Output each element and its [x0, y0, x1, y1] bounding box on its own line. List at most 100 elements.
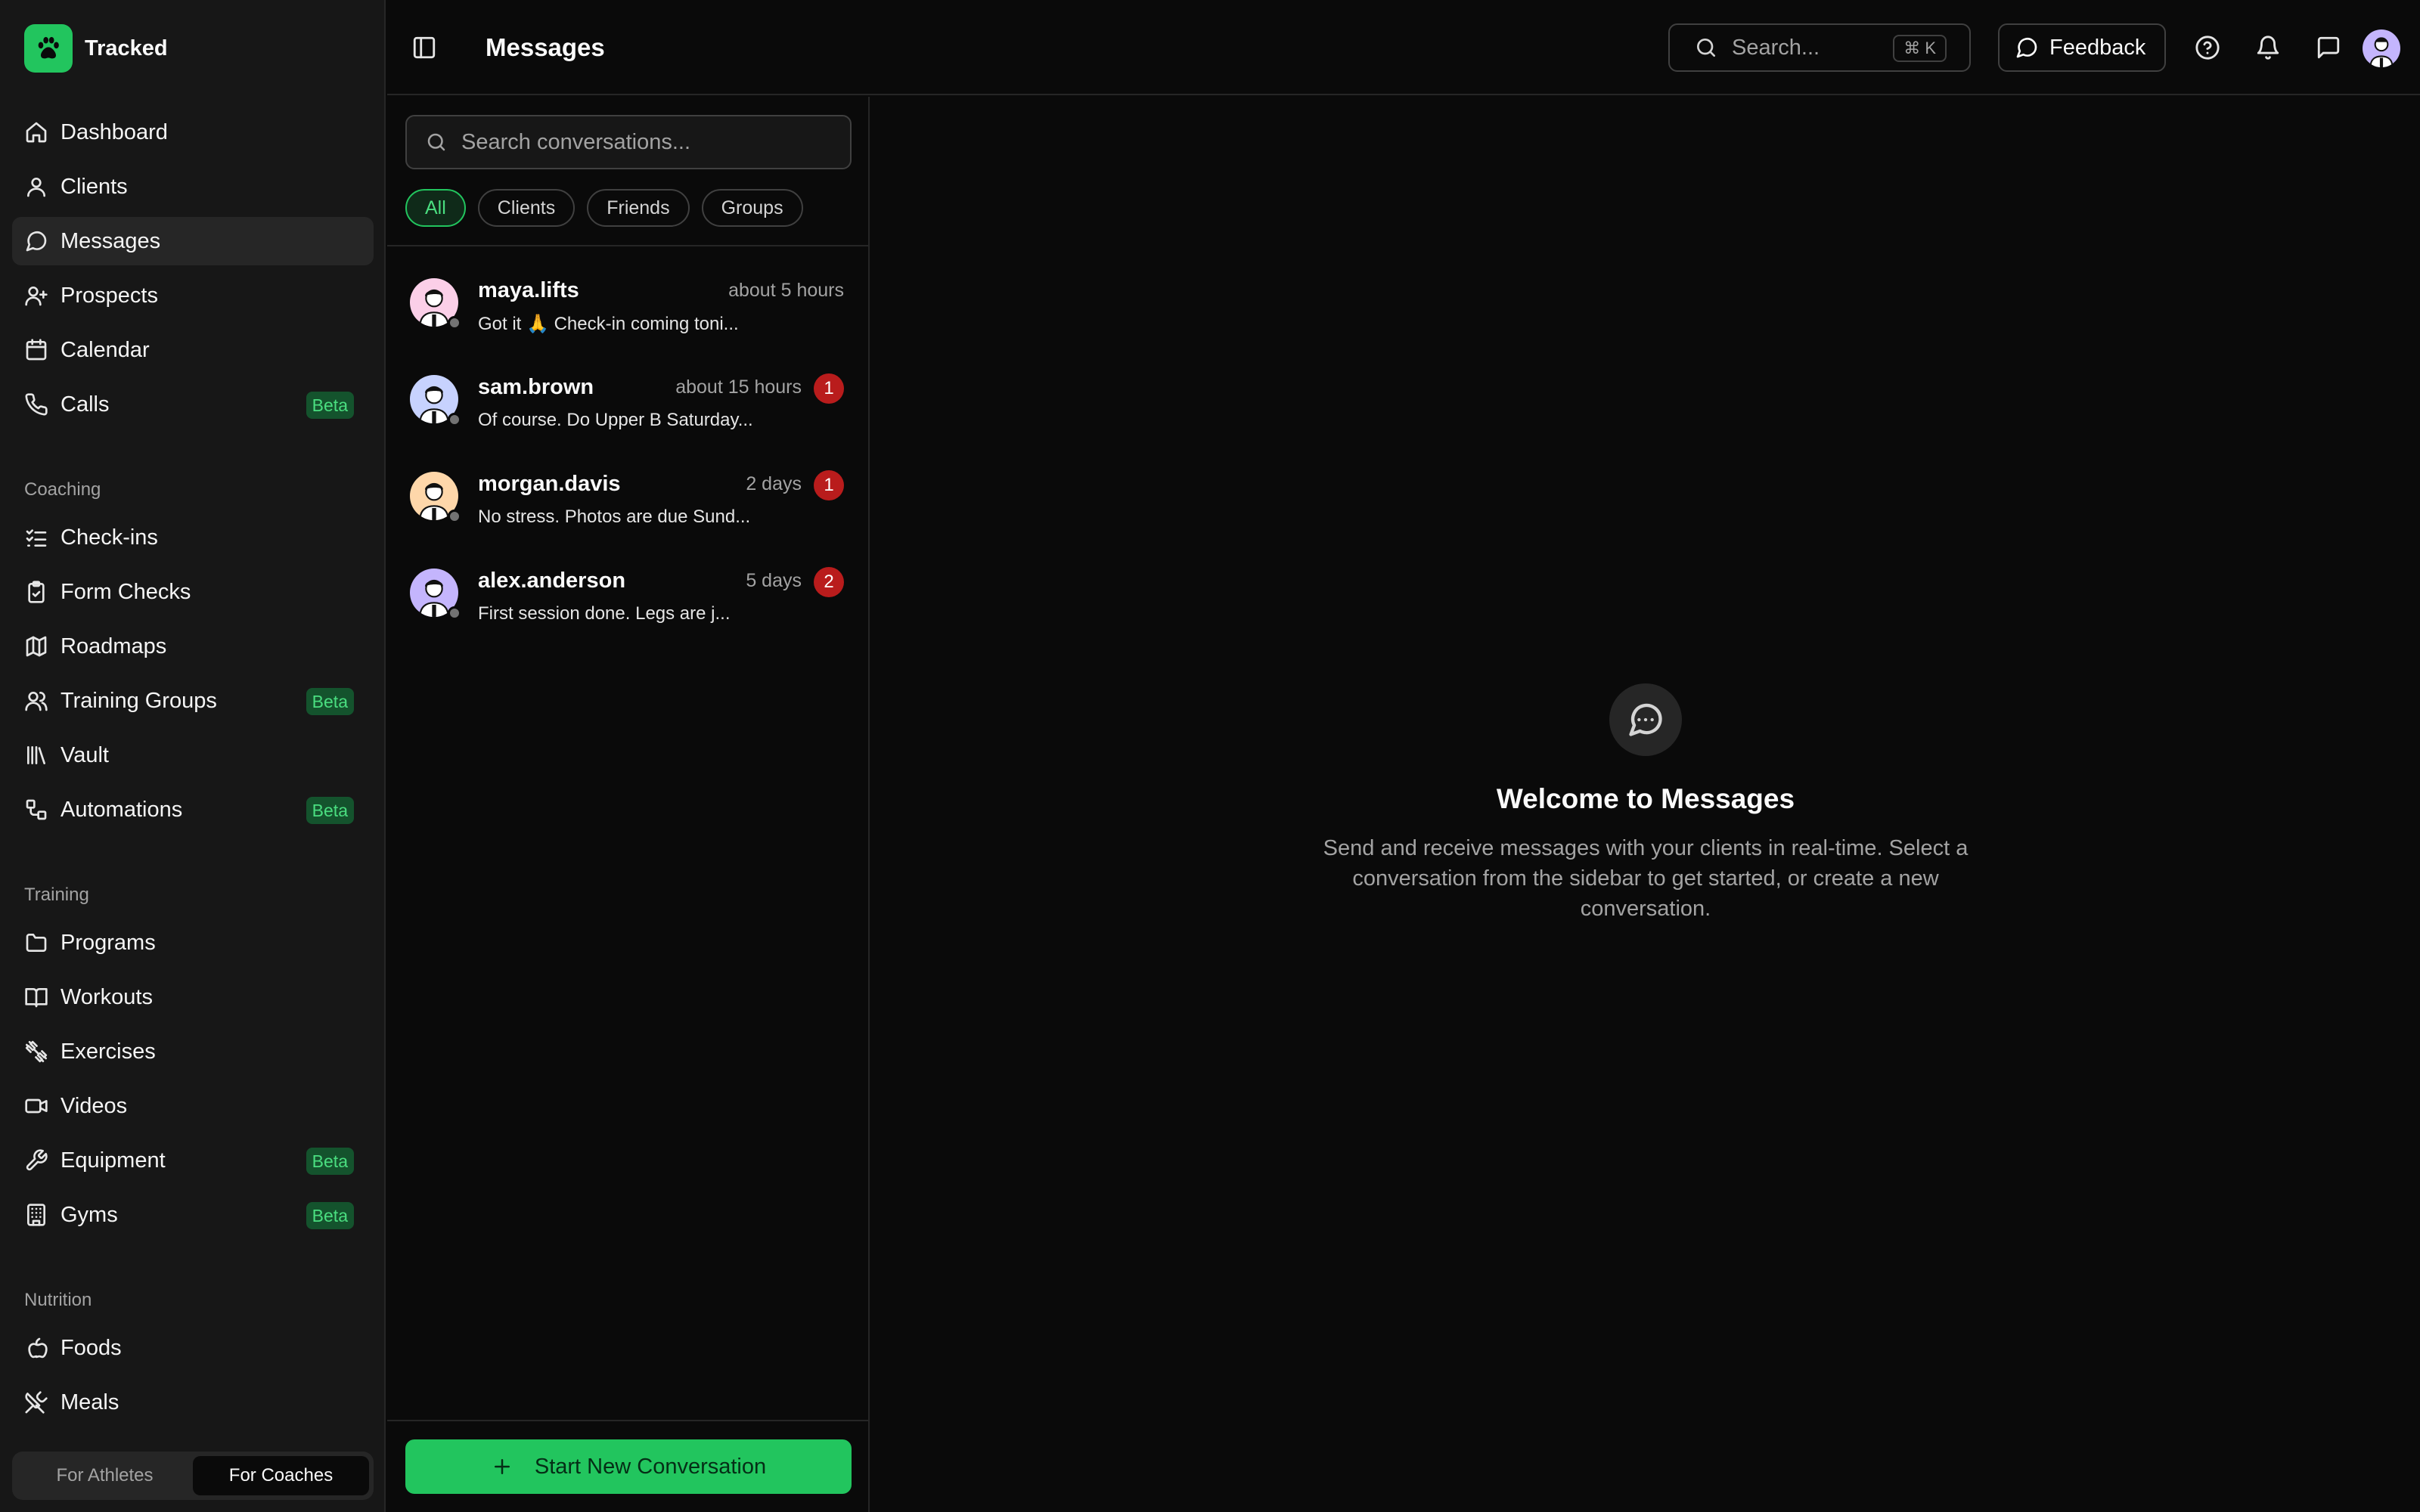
filter-chip-all[interactable]: All — [405, 189, 466, 227]
user-avatar[interactable] — [2363, 29, 2400, 67]
plus-icon — [491, 1455, 513, 1478]
conversation-item[interactable]: alex.anderson 5 days First session done.… — [387, 543, 868, 640]
beta-badge: Beta — [306, 688, 354, 715]
sidebar: Tracked Dashboard Clients Messages Prosp… — [0, 0, 386, 1512]
map-icon — [24, 634, 48, 658]
page-title: Messages — [486, 33, 605, 61]
conversation-preview: First session done. Legs are j... — [478, 603, 731, 624]
sidebar-item-clients[interactable]: Clients — [12, 163, 374, 211]
building-icon — [24, 1203, 48, 1227]
conversation-time: about 15 hours — [675, 376, 802, 398]
sidebar-item-label: Calendar — [60, 337, 150, 362]
phone-icon — [24, 392, 48, 417]
toggle-for-athletes[interactable]: For Athletes — [17, 1456, 193, 1495]
sidebar-item-label: Clients — [60, 174, 128, 199]
sidebar-item-label: Foods — [60, 1335, 122, 1360]
message-square-icon[interactable] — [2316, 35, 2341, 60]
sidebar-item-gyms[interactable]: Gyms Beta — [12, 1191, 374, 1239]
section-label-training: Training — [24, 885, 89, 905]
bell-icon[interactable] — [2255, 35, 2281, 60]
unread-count-badge: 1 — [814, 373, 844, 404]
paw-logo-icon — [24, 24, 73, 73]
book-open-icon — [24, 985, 48, 1009]
sidebar-item-form-checks[interactable]: Form Checks — [12, 568, 374, 616]
apple-icon — [24, 1336, 48, 1360]
sidebar-item-videos[interactable]: Videos — [12, 1082, 374, 1130]
search-icon — [425, 131, 448, 153]
divider — [387, 1420, 870, 1421]
sidebar-item-label: Vault — [60, 742, 109, 767]
conversation-name: maya.lifts — [478, 278, 579, 302]
user-plus-icon — [24, 284, 48, 308]
sidebar-item-foods[interactable]: Foods — [12, 1324, 374, 1372]
conversation-time: about 5 hours — [728, 280, 844, 301]
search-icon — [1694, 36, 1718, 60]
filter-chip-clients[interactable]: Clients — [477, 189, 576, 227]
sidebar-item-training-groups[interactable]: Training Groups Beta — [12, 677, 374, 725]
welcome-description: Send and receive messages with your clie… — [1323, 836, 1969, 921]
users-icon — [24, 689, 48, 713]
sidebar-item-label: Prospects — [60, 283, 158, 308]
wrench-icon — [24, 1148, 48, 1173]
brand[interactable]: Tracked — [24, 24, 168, 73]
toggle-for-coaches[interactable]: For Coaches — [193, 1456, 369, 1495]
user-icon — [24, 175, 48, 199]
presence-indicator — [448, 606, 461, 620]
sidebar-item-roadmaps[interactable]: Roadmaps — [12, 622, 374, 671]
sidebar-item-label: Meals — [60, 1390, 119, 1414]
start-new-conversation-button[interactable]: Start New Conversation — [405, 1439, 852, 1494]
message-circle-more-icon — [1626, 700, 1665, 739]
message-circle-icon — [2015, 36, 2039, 60]
feedback-button[interactable]: Feedback — [1998, 23, 2166, 72]
help-circle-icon[interactable] — [2195, 35, 2220, 60]
keyboard-shortcut: ⌘ K — [1893, 35, 1947, 62]
presence-indicator — [448, 316, 461, 330]
sidebar-item-vault[interactable]: Vault — [12, 731, 374, 779]
sidebar-item-check-ins[interactable]: Check-ins — [12, 513, 374, 562]
library-icon — [24, 743, 48, 767]
sidebar-item-dashboard[interactable]: Dashboard — [12, 108, 374, 156]
sidebar-item-label: Calls — [60, 392, 110, 417]
conversation-item[interactable]: sam.brown about 15 hours Of course. Do U… — [387, 349, 868, 446]
conversation-list-panel: All Clients Friends Groups maya.lifts ab… — [387, 97, 870, 1512]
sidebar-item-label: Gyms — [60, 1202, 118, 1227]
sidebar-item-prospects[interactable]: Prospects — [12, 271, 374, 320]
conversation-search[interactable] — [405, 115, 852, 169]
workflow-icon — [24, 798, 48, 822]
sidebar-item-meals[interactable]: Meals — [12, 1378, 374, 1427]
conversation-item[interactable]: maya.lifts about 5 hours Got it 🙏 Check-… — [387, 253, 868, 349]
brand-name: Tracked — [85, 36, 168, 60]
home-icon — [24, 120, 48, 144]
sidebar-item-exercises[interactable]: Exercises — [12, 1027, 374, 1076]
sidebar-item-label: Dashboard — [60, 119, 168, 144]
sidebar-item-programs[interactable]: Programs — [12, 919, 374, 967]
panel-left-icon[interactable] — [411, 35, 437, 60]
sidebar-item-calls[interactable]: Calls Beta — [12, 380, 374, 429]
message-view: Welcome to Messages Send and receive mes… — [871, 97, 2420, 1512]
sidebar-item-calendar[interactable]: Calendar — [12, 326, 374, 374]
sidebar-item-automations[interactable]: Automations Beta — [12, 785, 374, 834]
filter-chip-friends[interactable]: Friends — [587, 189, 690, 227]
sidebar-item-label: Workouts — [60, 984, 153, 1009]
utensils-crossed-icon — [24, 1390, 48, 1414]
sidebar-item-equipment[interactable]: Equipment Beta — [12, 1136, 374, 1185]
conversation-search-input[interactable] — [461, 129, 839, 155]
welcome-icon-container — [1609, 683, 1682, 756]
conversation-filters: All Clients Friends Groups — [405, 189, 803, 228]
sidebar-item-label: Messages — [60, 228, 161, 253]
sidebar-item-workouts[interactable]: Workouts — [12, 973, 374, 1021]
sidebar-item-label: Videos — [60, 1093, 128, 1118]
section-label-coaching: Coaching — [24, 479, 101, 500]
sidebar-item-label: Automations — [60, 797, 183, 822]
presence-indicator — [448, 413, 461, 426]
clipboard-check-icon — [24, 580, 48, 604]
global-search[interactable]: Search... ⌘ K — [1668, 23, 1971, 72]
conversation-time: 2 days — [746, 473, 802, 494]
conversation-item[interactable]: morgan.davis 2 days No stress. Photos ar… — [387, 446, 868, 543]
conversation-preview: No stress. Photos are due Sund... — [478, 507, 751, 527]
sidebar-item-label: Exercises — [60, 1039, 156, 1064]
sidebar-item-messages[interactable]: Messages — [12, 217, 374, 265]
filter-chip-groups[interactable]: Groups — [701, 189, 803, 227]
sidebar-item-label: Check-ins — [60, 525, 158, 550]
unread-count-badge: 1 — [814, 470, 844, 500]
